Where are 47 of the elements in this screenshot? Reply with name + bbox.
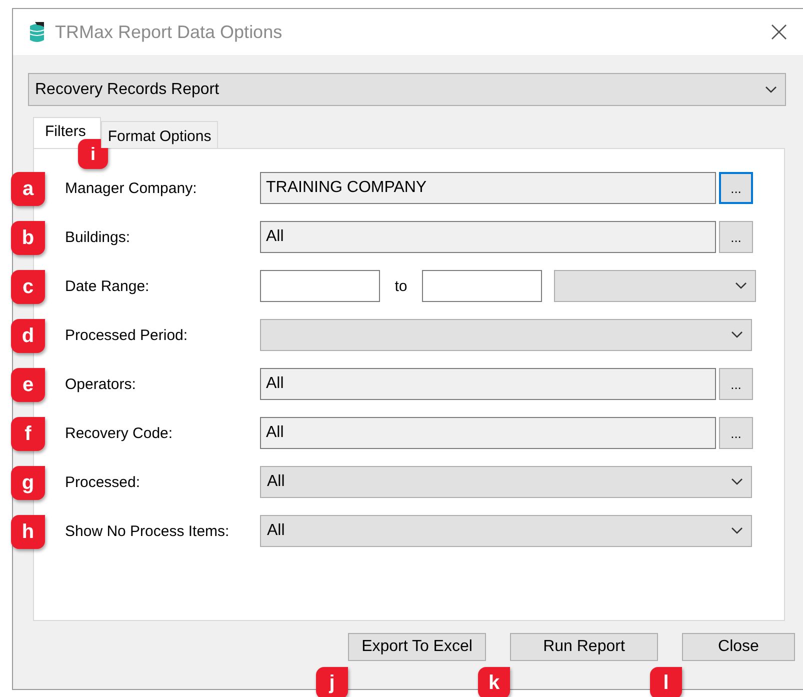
- chevron-down-icon: [731, 527, 743, 535]
- dialog-button[interactable]: Close: [682, 633, 795, 661]
- field-label: Manager Company:: [65, 180, 198, 196]
- browse-button[interactable]: ...: [719, 221, 753, 253]
- field-label: Show No Process Items:: [65, 522, 230, 540]
- dialog-button[interactable]: Run Report: [510, 633, 658, 661]
- text-field[interactable]: All: [260, 417, 716, 449]
- report-dropdown[interactable]: Recovery Records Report: [28, 73, 786, 106]
- range-separator: to: [394, 278, 408, 294]
- callout-badge: b: [11, 221, 45, 255]
- field-label: Operators:: [65, 376, 137, 392]
- tab[interactable]: Filters: [33, 117, 101, 148]
- callout-badge: h: [11, 515, 45, 549]
- field-label: Recovery Code:: [65, 424, 174, 442]
- chevron-down-icon: [735, 282, 747, 290]
- callout-badge: f: [11, 417, 45, 451]
- dropdown-field[interactable]: All: [260, 466, 752, 498]
- callout-badge: d: [11, 319, 45, 353]
- database-icon: [29, 21, 45, 43]
- callout-badge: l: [650, 667, 682, 697]
- callout-badge: c: [11, 270, 45, 304]
- window-title: TRMax Report Data Options: [55, 22, 282, 42]
- chevron-down-icon: [765, 86, 777, 94]
- callout-badge: e: [11, 368, 45, 402]
- browse-button[interactable]: ...: [719, 172, 753, 204]
- browse-button[interactable]: ...: [719, 417, 753, 449]
- chevron-down-icon: [731, 478, 743, 486]
- close-icon[interactable]: [771, 24, 787, 40]
- dialog-button[interactable]: Export To Excel: [348, 633, 486, 661]
- field-label: Date Range:: [65, 278, 150, 294]
- callout-badge: j: [316, 667, 348, 697]
- text-field[interactable]: All: [260, 368, 716, 400]
- callout-badge: a: [11, 172, 45, 206]
- callout-badge: g: [11, 466, 45, 500]
- chevron-down-icon: [731, 331, 743, 339]
- browse-button[interactable]: ...: [719, 368, 753, 400]
- date-field[interactable]: [260, 270, 380, 302]
- tab[interactable]: Format Options: [100, 121, 218, 148]
- field-label: Buildings:: [65, 228, 132, 246]
- text-field[interactable]: TRAINING COMPANY: [260, 172, 716, 204]
- dropdown-field[interactable]: [260, 319, 752, 351]
- date-field[interactable]: [422, 270, 542, 302]
- dropdown-field[interactable]: All: [260, 515, 752, 547]
- field-label: Processed:: [65, 474, 142, 490]
- callout-badge: k: [478, 667, 510, 697]
- text-field[interactable]: All: [260, 221, 716, 253]
- field-label: Processed Period:: [65, 326, 189, 344]
